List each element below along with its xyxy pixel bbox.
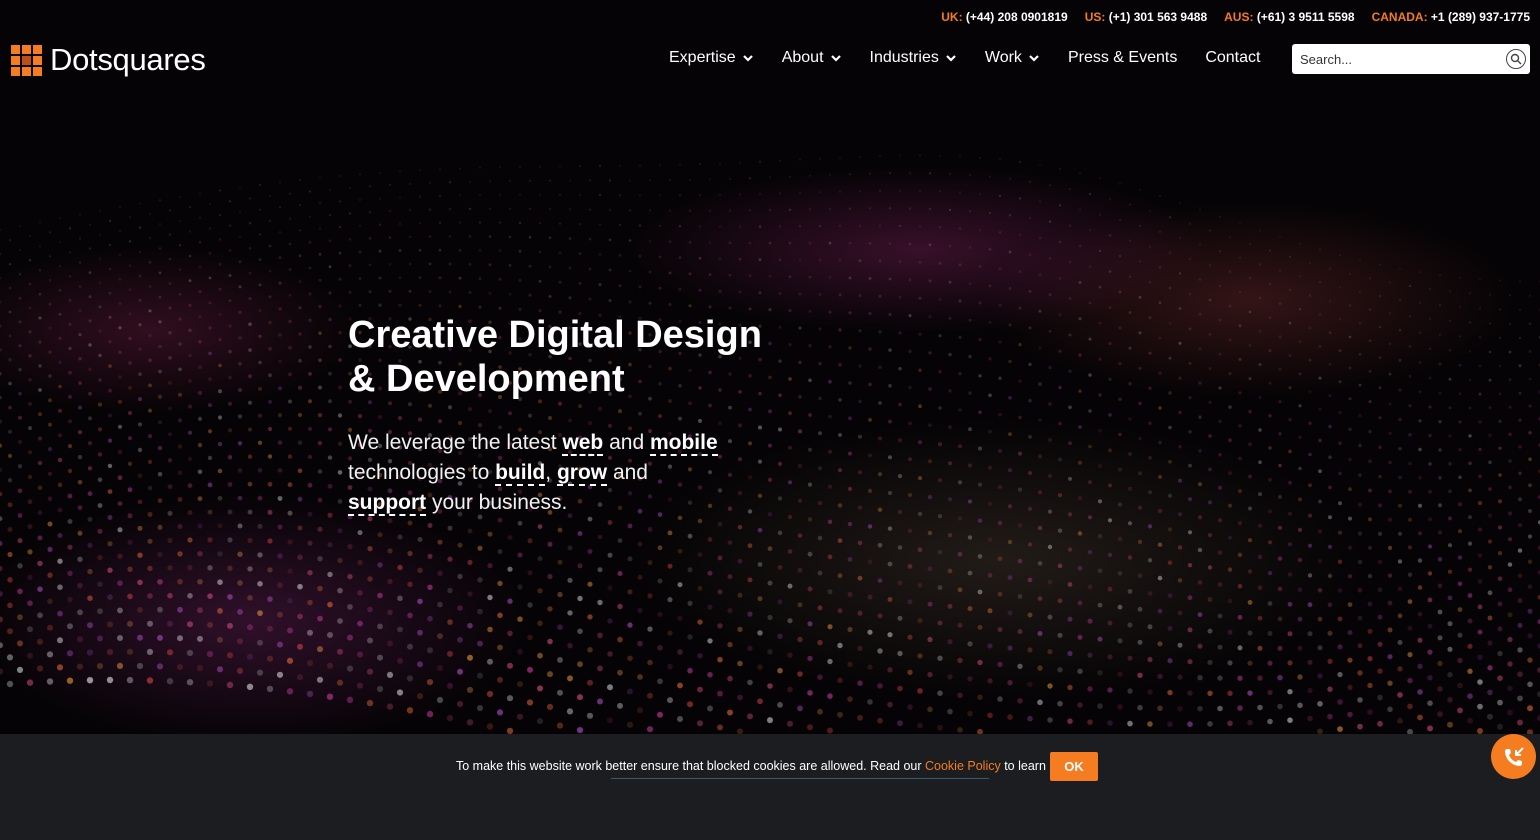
hero-title: Creative Digital Design & Development	[348, 314, 762, 400]
contact-aus[interactable]: AUS: (+61) 3 9511 5598	[1224, 10, 1354, 28]
logo-text: Dotsquares	[50, 42, 206, 77]
cookie-message: To make this website work better ensure …	[456, 759, 1082, 773]
nav-about[interactable]: About	[782, 47, 842, 69]
highlight-grow[interactable]: grow	[556, 461, 608, 486]
search-icon[interactable]	[1506, 49, 1526, 69]
divider	[611, 778, 989, 779]
search-box	[1292, 44, 1530, 74]
nav-contact[interactable]: Contact	[1205, 47, 1260, 69]
nav-industries[interactable]: Industries	[870, 47, 957, 69]
chevron-down-icon	[830, 55, 841, 62]
contact-bar: UK: (+44) 208 0901819 US: (+1) 301 563 9…	[941, 10, 1530, 28]
main-nav: Expertise About Industries Work Press & …	[669, 47, 1260, 69]
contact-uk[interactable]: UK: (+44) 208 0901819	[941, 10, 1067, 28]
chevron-down-icon	[946, 55, 956, 62]
chevron-down-icon	[742, 55, 753, 62]
cookie-banner	[0, 734, 1540, 840]
site-logo[interactable]: Dotsquares	[11, 44, 206, 76]
nav-expertise[interactable]: Expertise	[669, 47, 754, 69]
particle-wave-graphic	[0, 154, 1540, 736]
highlight-web[interactable]: web	[562, 431, 604, 456]
phone-call-icon	[1504, 746, 1524, 766]
nav-press-events[interactable]: Press & Events	[1068, 47, 1177, 69]
cookie-ok-button[interactable]: OK	[1050, 752, 1098, 781]
highlight-mobile[interactable]: mobile	[649, 431, 718, 456]
search-input[interactable]	[1292, 51, 1497, 67]
hero-background	[0, 0, 1540, 840]
highlight-support[interactable]: support	[348, 491, 427, 516]
contact-canada[interactable]: CANADA: +1 (289) 937-1775	[1372, 10, 1530, 28]
hero-subtitle: We leverage the latest web and mobile tec…	[348, 431, 718, 516]
nav-work[interactable]: Work	[985, 47, 1040, 69]
highlight-build[interactable]: build	[495, 461, 546, 486]
chevron-down-icon	[1029, 55, 1039, 62]
logo-squares-icon	[11, 44, 42, 76]
cookie-policy-link[interactable]: Cookie Policy	[925, 759, 1001, 773]
call-button[interactable]	[1491, 734, 1536, 779]
contact-us[interactable]: US: (+1) 301 563 9488	[1085, 10, 1207, 28]
